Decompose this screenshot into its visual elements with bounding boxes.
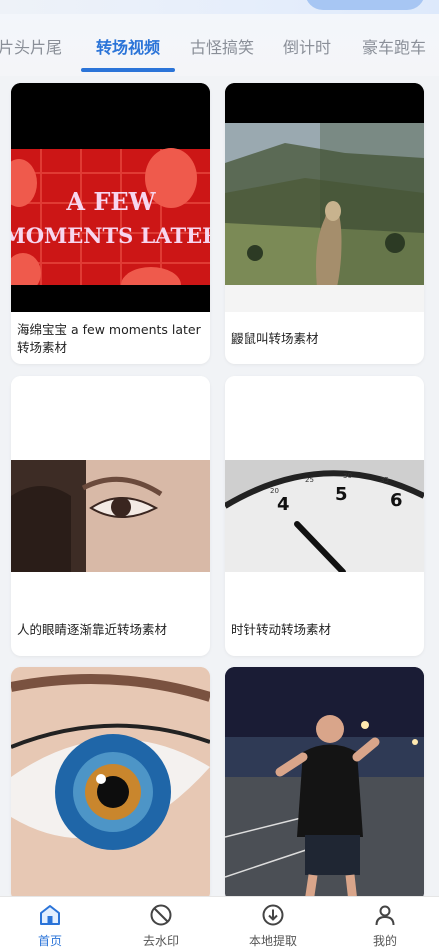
nav-profile[interactable]: 我的: [330, 897, 439, 952]
video-thumbnail: [11, 376, 210, 606]
category-tabs: 片头片尾 转场视频 古怪搞笑 倒计时 豪车跑车: [0, 14, 439, 76]
home-icon: [40, 905, 60, 925]
nav-home[interactable]: 首页: [0, 897, 105, 952]
prohibit-icon: [150, 904, 172, 926]
nav-home-label: 首页: [37, 934, 62, 948]
clock-hour-4: 4: [277, 494, 290, 515]
nav-local-extract[interactable]: 本地提取: [218, 897, 328, 952]
video-title: 人的眼睛逐渐靠近转场素材: [17, 622, 168, 637]
clock-minute-25: 25: [305, 476, 314, 484]
top-decoration: [0, 0, 439, 14]
video-card[interactable]: 鼹鼠叫转场素材: [225, 83, 424, 364]
video-thumbnail: 20 25 30 35 4 5 6: [225, 376, 424, 606]
tab-countdown[interactable]: 倒计时: [283, 38, 331, 58]
video-card[interactable]: A FEW MOMENTS LATER 海绵宝宝 a few moments l…: [11, 83, 210, 364]
video-card[interactable]: [11, 667, 210, 902]
clock-minute-30: 30: [343, 472, 352, 480]
tab-transition-video[interactable]: 转场视频: [96, 38, 160, 58]
video-card[interactable]: 20 25 30 35 4 5 6 时针转动转场素材: [225, 376, 424, 656]
clock-hour-5: 5: [335, 484, 348, 505]
video-card[interactable]: [225, 667, 424, 902]
thumb-text-line1: A FEW: [65, 187, 156, 216]
person-icon: [375, 905, 395, 926]
tab-opening-ending[interactable]: 片头片尾: [0, 38, 62, 58]
nav-remove-watermark-label: 去水印: [142, 934, 179, 948]
video-thumbnail: [225, 83, 424, 312]
video-thumbnail: A FEW MOMENTS LATER: [11, 83, 210, 312]
video-title: 鼹鼠叫转场素材: [231, 331, 319, 346]
tab-luxury-cars[interactable]: 豪车跑车: [362, 38, 426, 58]
video-card[interactable]: 人的眼睛逐渐靠近转场素材: [11, 376, 210, 656]
nav-remove-watermark[interactable]: 去水印: [106, 897, 216, 952]
nav-profile-label: 我的: [372, 934, 397, 948]
thumb-text-line2: MOMENTS LATER: [11, 223, 210, 248]
video-title: 海绵宝宝 a few moments later转场素材: [17, 322, 201, 355]
tab-funny[interactable]: 古怪搞笑: [190, 38, 254, 58]
download-circle-icon: [262, 904, 284, 926]
video-thumbnail: [11, 667, 210, 902]
header-decoration: [305, 0, 425, 10]
video-title: 时针转动转场素材: [231, 622, 332, 637]
bottom-navigation: 首页 去水印 本地提取 我的: [0, 896, 439, 952]
clock-minute-35: 35: [380, 476, 389, 484]
clock-hour-6: 6: [390, 490, 403, 511]
video-thumbnail: [225, 667, 424, 902]
active-tab-indicator: [81, 68, 175, 72]
nav-local-extract-label: 本地提取: [248, 934, 297, 948]
